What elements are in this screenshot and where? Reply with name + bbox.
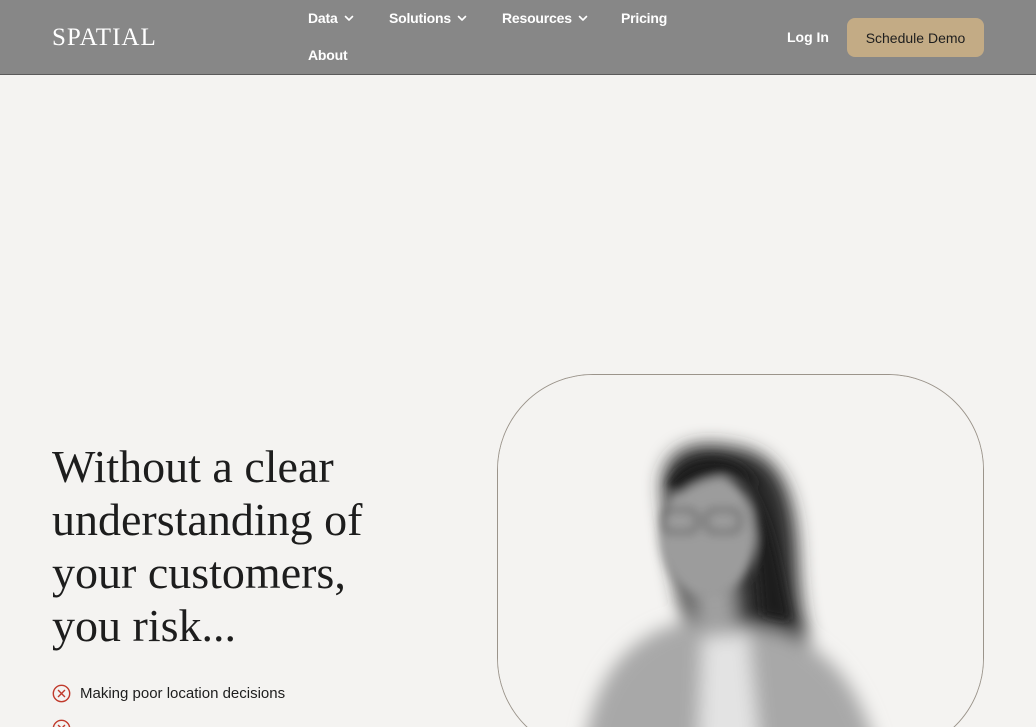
- nav-item-label: Resources: [502, 10, 572, 26]
- chevron-down-icon: [457, 13, 467, 23]
- logo[interactable]: SPATIAL: [52, 24, 157, 52]
- x-circle-icon: [52, 684, 71, 703]
- nav-item-label: Solutions: [389, 10, 451, 26]
- risk-text: Making poor location decisions: [80, 685, 286, 702]
- nav-item-label: Data: [308, 10, 338, 26]
- headline-line: you risk...: [52, 600, 236, 651]
- site-header: SPATIAL Data Solutions Resources Pricing…: [0, 0, 1036, 75]
- login-link[interactable]: Log In: [787, 29, 829, 45]
- schedule-demo-button[interactable]: Schedule Demo: [847, 18, 984, 57]
- nav-item-resources[interactable]: Resources: [502, 10, 588, 26]
- nav-item-label: Pricing: [621, 10, 668, 26]
- risk-item: [52, 719, 80, 727]
- x-circle-icon: [52, 719, 71, 727]
- risk-item: Making poor location decisions: [52, 684, 285, 703]
- headline-line: your customers,: [52, 547, 346, 598]
- nav-item-label: About: [308, 47, 348, 63]
- headline-line: Without a clear: [52, 441, 334, 492]
- nav-item-about[interactable]: About: [308, 47, 348, 63]
- nav-item-solutions[interactable]: Solutions: [389, 10, 467, 26]
- blurred-portrait-image: [498, 375, 983, 727]
- nav-item-data[interactable]: Data: [308, 10, 354, 26]
- chevron-down-icon: [578, 13, 588, 23]
- chevron-down-icon: [344, 13, 354, 23]
- headline-line: understanding of: [52, 494, 363, 545]
- hero-headline: Without a clear understanding of your cu…: [52, 440, 452, 652]
- hero-photo: [497, 374, 984, 727]
- nav-item-pricing[interactable]: Pricing: [621, 10, 667, 26]
